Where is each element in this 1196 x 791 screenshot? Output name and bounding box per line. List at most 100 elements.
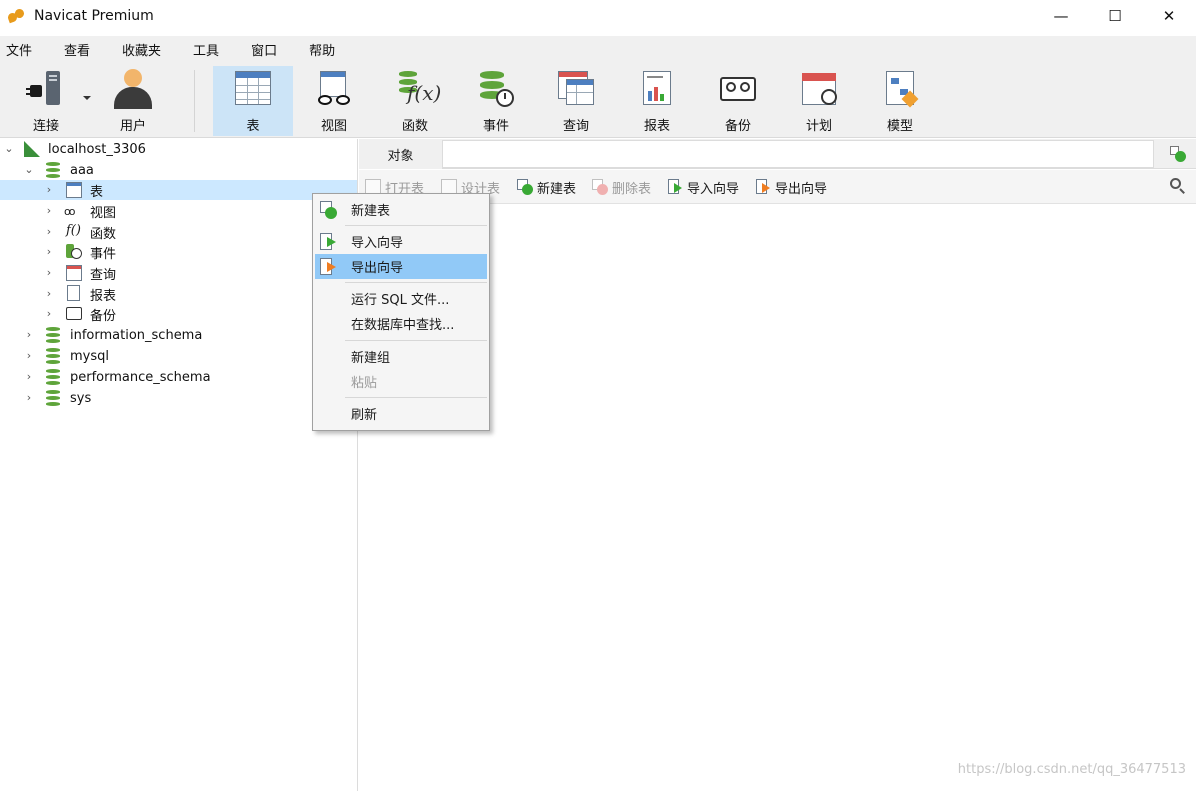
- tree-item-database[interactable]: › sys: [0, 388, 357, 408]
- context-menu-export-wizard[interactable]: 导出向导: [315, 254, 487, 279]
- tree-item-database[interactable]: › information_schema: [0, 325, 357, 345]
- database-label: aaa: [70, 162, 94, 178]
- chevron-down-icon[interactable]: ⌄: [4, 143, 14, 154]
- menu-window[interactable]: 窗口: [245, 40, 289, 59]
- toolbar-label: 模型: [886, 119, 913, 134]
- context-menu-new-group[interactable]: 新建组: [315, 344, 487, 369]
- connection-label: localhost_3306: [48, 141, 146, 157]
- toolbar-query-button[interactable]: 查询: [536, 66, 616, 136]
- toolbar-schedule-button[interactable]: 计划: [779, 66, 859, 136]
- delete-table-button[interactable]: 删除表: [592, 178, 652, 197]
- button-label: 新建表: [537, 181, 577, 197]
- database-label: information_schema: [70, 327, 203, 343]
- toolbar-event-button[interactable]: 事件: [456, 66, 536, 136]
- chevron-right-icon[interactable]: ›: [24, 371, 34, 382]
- context-menu-paste[interactable]: 粘贴: [315, 369, 487, 394]
- tree-label: 备份: [90, 308, 117, 324]
- database-icon: [46, 348, 60, 364]
- menu-item-label: 导入向导: [351, 236, 404, 251]
- view-icon: oo: [64, 205, 75, 218]
- database-icon: [46, 162, 60, 178]
- toolbar-label: 查询: [562, 119, 589, 134]
- context-menu-import-wizard[interactable]: 导入向导: [315, 229, 487, 254]
- new-table-icon: [319, 200, 337, 219]
- navicat-logo-icon: [6, 7, 26, 24]
- chevron-right-icon[interactable]: ›: [24, 350, 34, 361]
- toolbar-label: 事件: [482, 119, 509, 134]
- chevron-down-icon[interactable]: [83, 96, 91, 100]
- toolbar-model-button[interactable]: 模型: [860, 66, 940, 136]
- delete-table-icon: [592, 179, 608, 195]
- tree-item-views[interactable]: › oo 视图: [0, 201, 357, 221]
- toolbar-user-button[interactable]: 用户: [93, 66, 173, 136]
- minimize-button[interactable]: —: [1034, 0, 1088, 32]
- tree-item-database[interactable]: › performance_schema: [0, 367, 357, 387]
- tree-item-functions[interactable]: › f() 函数: [0, 222, 357, 242]
- main-toolbar: 连接 用户 表 视图 f(x) 函数 事件 查询 报表 备份 计划 模型: [0, 62, 1196, 138]
- context-menu: 新建表 导入向导 导出向导 运行 SQL 文件... 在数据库中查找... 新建…: [312, 193, 490, 431]
- toolbar-label: 计划: [805, 119, 832, 134]
- toolbar-function-button[interactable]: f(x) 函数: [375, 66, 455, 136]
- menu-bar: 文件 查看 收藏夹 工具 窗口 帮助: [0, 36, 1196, 62]
- new-tab-icon[interactable]: [1170, 146, 1186, 162]
- tree-item-database-aaa[interactable]: ⌄ aaa: [0, 160, 357, 180]
- close-button[interactable]: ✕: [1142, 0, 1196, 32]
- menu-file[interactable]: 文件: [0, 40, 44, 59]
- chevron-right-icon[interactable]: ›: [44, 226, 54, 237]
- chevron-right-icon[interactable]: ›: [24, 392, 34, 403]
- button-label: 删除表: [612, 181, 652, 197]
- tree-item-events[interactable]: › 事件: [0, 242, 357, 262]
- toolbar-separator: [194, 70, 195, 132]
- schedule-icon: [799, 69, 839, 109]
- menu-view[interactable]: 查看: [58, 40, 102, 59]
- toolbar-label: 连接: [32, 119, 59, 134]
- tab-objects[interactable]: 对象: [359, 139, 442, 169]
- export-wizard-button[interactable]: 导出向导: [755, 178, 827, 197]
- toolbar-table-button[interactable]: 表: [213, 66, 293, 136]
- tree-item-queries[interactable]: › 查询: [0, 263, 357, 283]
- query-icon: [556, 69, 596, 109]
- context-menu-refresh[interactable]: 刷新: [315, 401, 487, 426]
- chevron-right-icon[interactable]: ›: [44, 184, 54, 195]
- import-wizard-button[interactable]: 导入向导: [667, 178, 739, 197]
- chevron-down-icon[interactable]: ⌄: [24, 164, 34, 175]
- export-wizard-icon: [319, 257, 337, 276]
- function-icon: f(x): [395, 69, 441, 109]
- toolbar-view-button[interactable]: 视图: [294, 66, 374, 136]
- search-icon[interactable]: [1170, 178, 1186, 194]
- tree-label: 查询: [90, 267, 117, 283]
- chevron-right-icon[interactable]: ›: [44, 288, 54, 299]
- chevron-right-icon[interactable]: ›: [44, 267, 54, 278]
- toolbar-label: 视图: [320, 119, 347, 134]
- new-table-icon: [517, 179, 533, 195]
- chevron-right-icon[interactable]: ›: [44, 246, 54, 257]
- connection-icon: [26, 69, 66, 109]
- query-icon: [66, 265, 82, 281]
- toolbar-report-button[interactable]: 报表: [617, 66, 697, 136]
- table-icon: [233, 69, 273, 109]
- menu-help[interactable]: 帮助: [303, 40, 347, 59]
- menu-favorites[interactable]: 收藏夹: [116, 40, 173, 59]
- maximize-button[interactable]: ☐: [1088, 0, 1142, 32]
- context-menu-find-in-database[interactable]: 在数据库中查找...: [315, 311, 487, 336]
- chevron-right-icon[interactable]: ›: [44, 308, 54, 319]
- tree-item-reports[interactable]: › 报表: [0, 284, 357, 304]
- context-menu-new-table[interactable]: 新建表: [315, 197, 487, 222]
- toolbar-backup-button[interactable]: 备份: [698, 66, 778, 136]
- context-menu-run-sql-file[interactable]: 运行 SQL 文件...: [315, 286, 487, 311]
- function-icon: f(): [66, 223, 81, 238]
- tree-item-connection[interactable]: ⌄ localhost_3306: [0, 139, 357, 159]
- toolbar-connection-button[interactable]: 连接: [6, 66, 86, 136]
- window-title: Navicat Premium: [34, 8, 154, 24]
- view-icon: [314, 69, 354, 109]
- tree-item-backups[interactable]: › 备份: [0, 304, 357, 324]
- tree-item-tables[interactable]: › 表: [0, 180, 357, 200]
- chevron-right-icon[interactable]: ›: [44, 205, 54, 216]
- new-table-button[interactable]: 新建表: [517, 178, 577, 197]
- menu-tools[interactable]: 工具: [187, 40, 231, 59]
- chevron-right-icon[interactable]: ›: [24, 329, 34, 340]
- tree-item-database[interactable]: › mysql: [0, 346, 357, 366]
- menu-item-label: 在数据库中查找...: [351, 318, 455, 333]
- database-label: sys: [70, 390, 92, 406]
- menu-item-label: 刷新: [351, 408, 378, 423]
